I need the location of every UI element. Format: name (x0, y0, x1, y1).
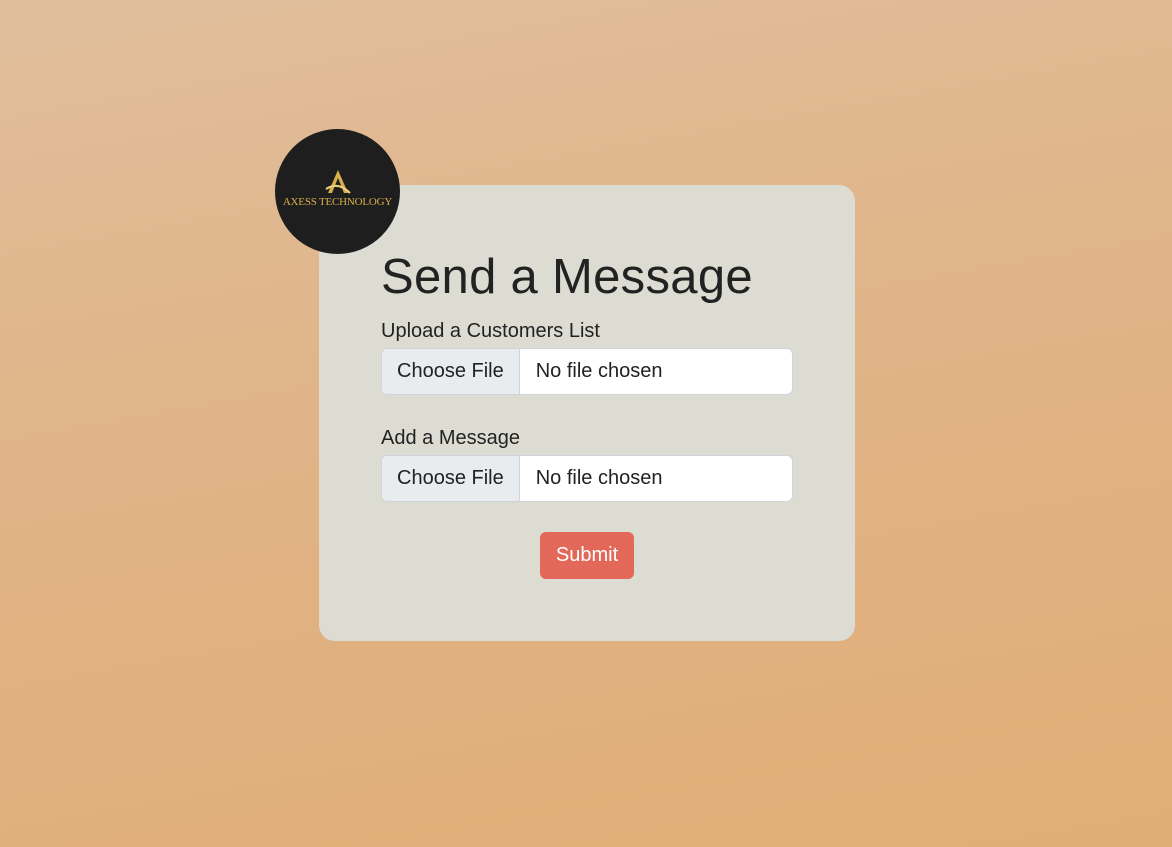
logo-text: AXESS TECHNOLOGY (282, 196, 393, 208)
submit-button[interactable]: Submit (540, 532, 634, 579)
customers-list-label: Upload a Customers List (381, 320, 600, 342)
company-logo: AXESS TECHNOLOGY (275, 129, 400, 254)
message-file-status: No file chosen (535, 467, 663, 489)
customers-list-file-input[interactable]: Choose File No file chosen (381, 348, 793, 395)
customers-list-file-status: No file chosen (535, 360, 663, 382)
axess-logo-icon (324, 170, 351, 194)
page-title: Send a Message (381, 250, 753, 304)
message-choose-file-button[interactable]: Choose File (382, 456, 520, 501)
message-file-input[interactable]: Choose File No file chosen (381, 455, 793, 502)
message-label: Add a Message (381, 427, 520, 449)
customers-list-choose-file-button[interactable]: Choose File (382, 349, 520, 394)
message-form-card: Send a Message Upload a Customers List C… (319, 185, 855, 641)
